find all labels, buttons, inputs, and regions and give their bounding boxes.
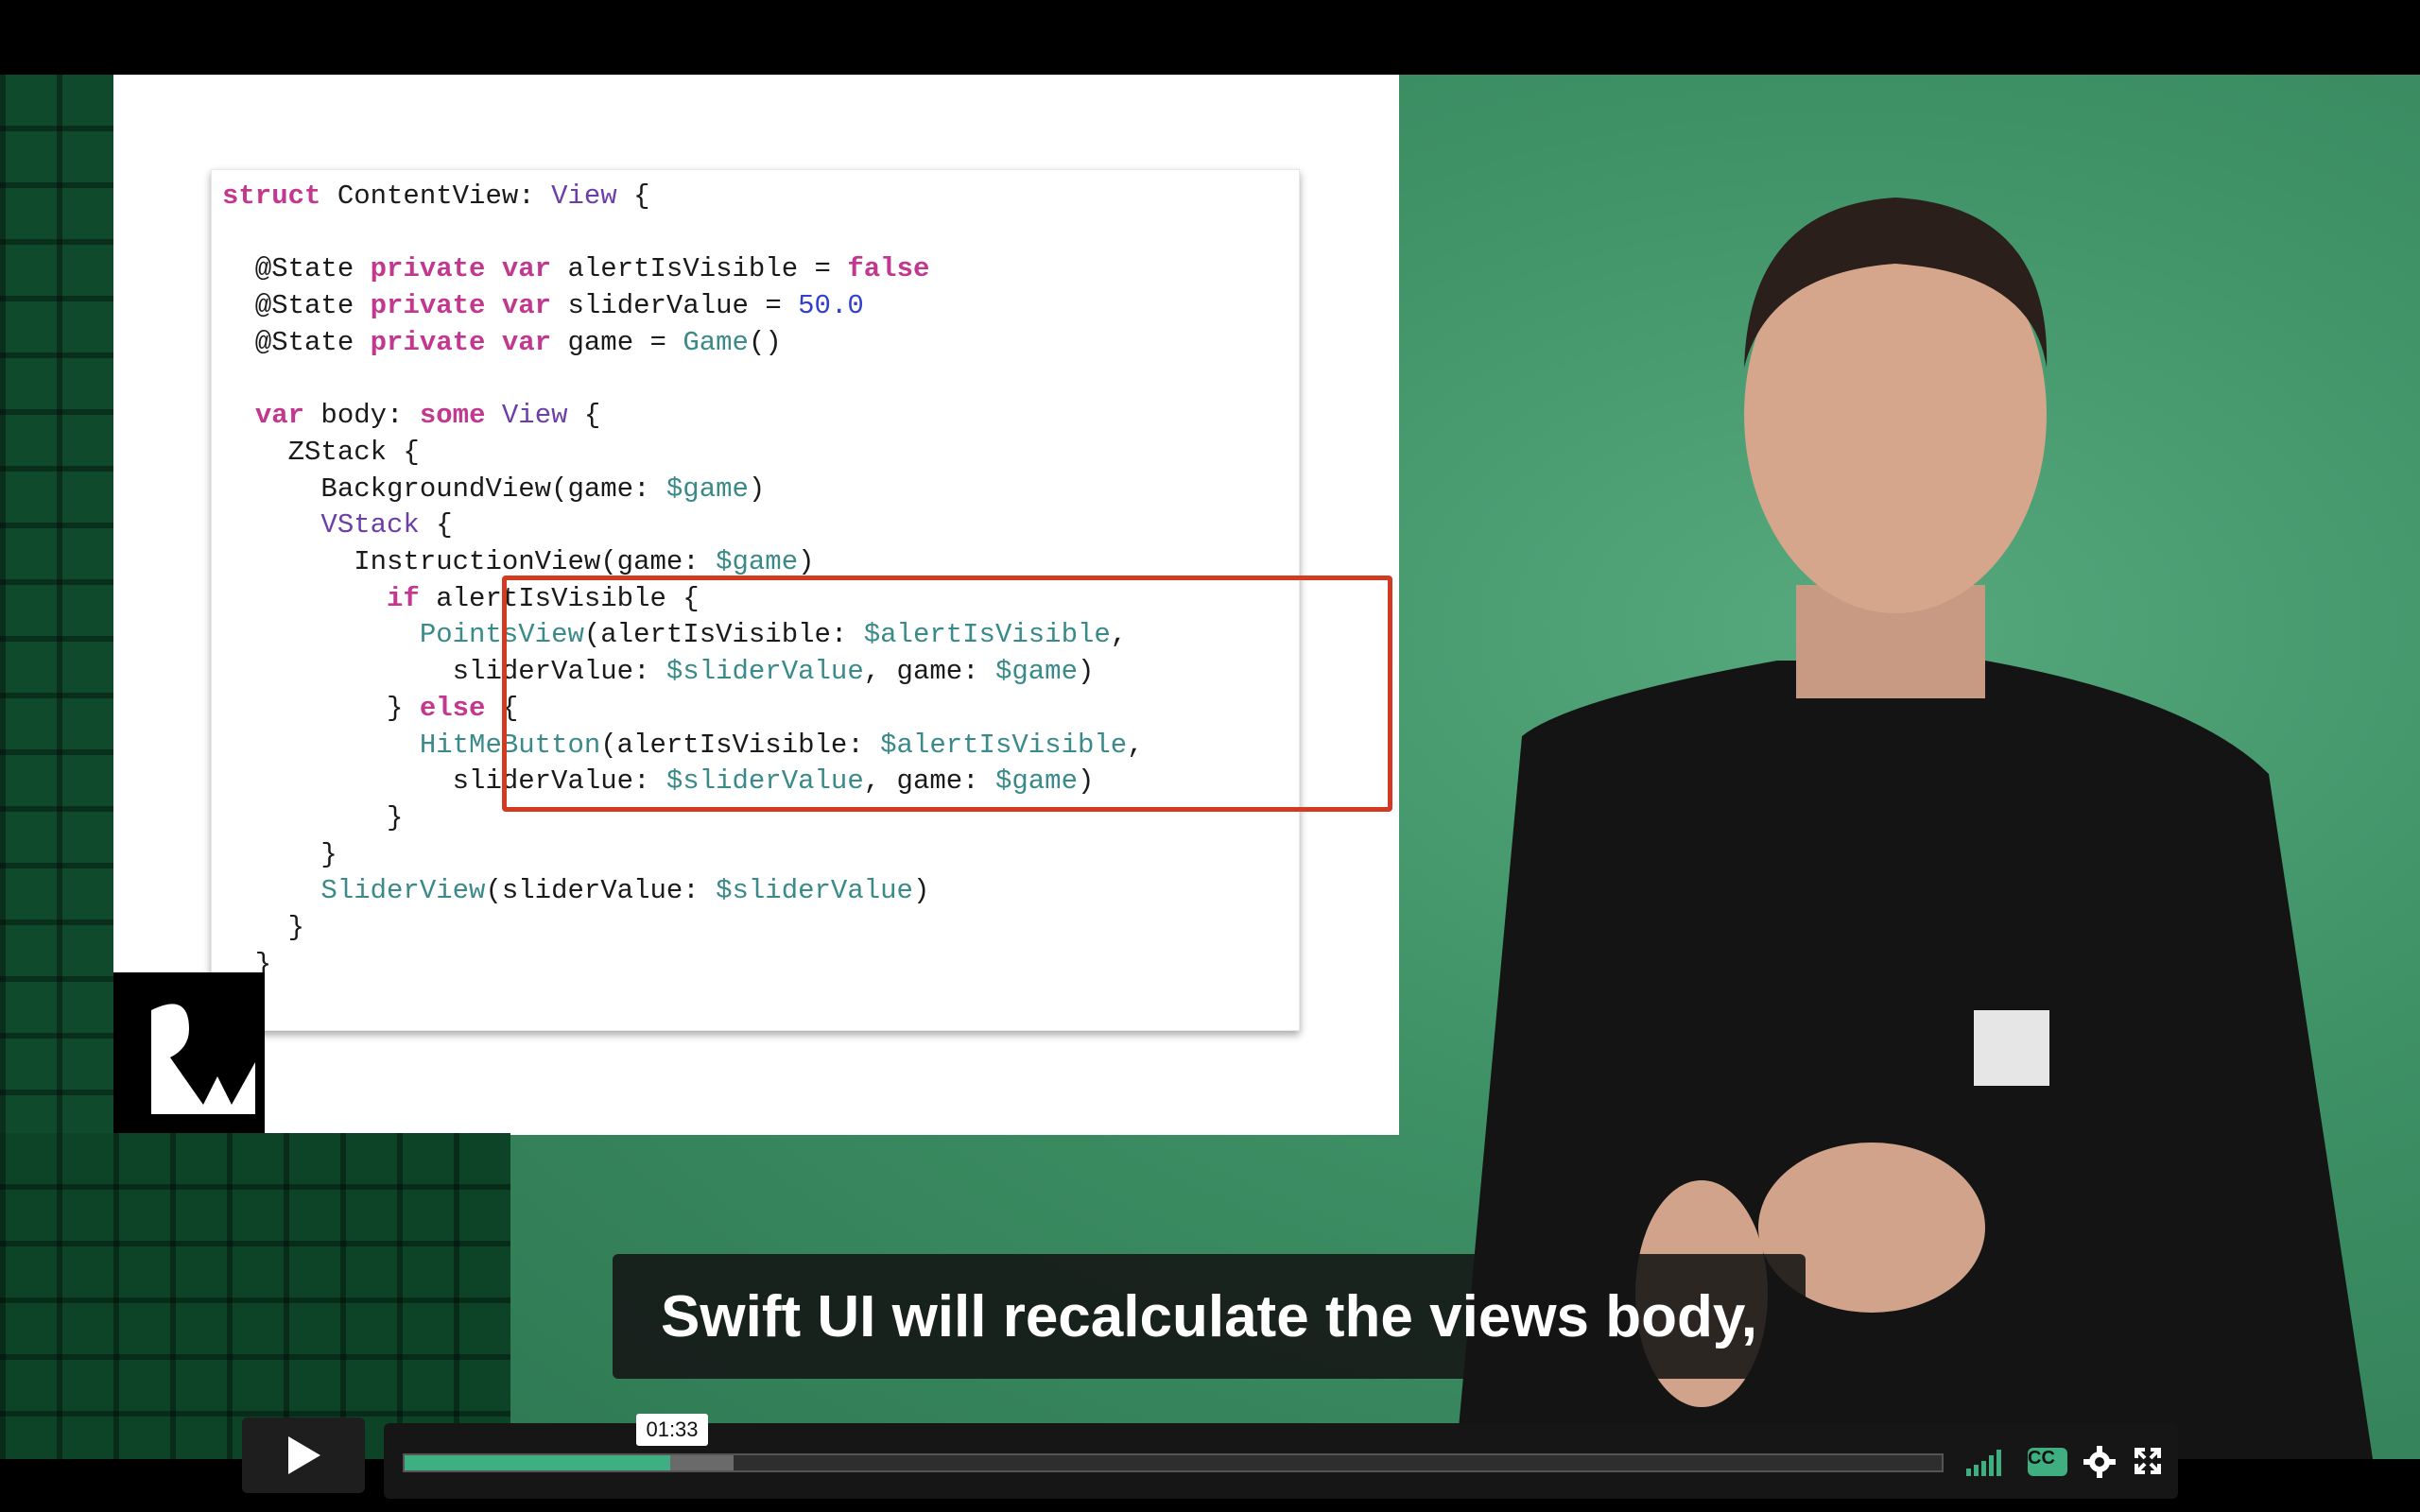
- highlight-box: [502, 576, 1392, 812]
- caption-subtitle: Swift UI will recalculate the views body…: [613, 1254, 1806, 1379]
- rw-logo: [113, 972, 265, 1135]
- tiled-background-lower: [0, 1133, 510, 1459]
- time-tooltip: 01:33: [636, 1414, 708, 1446]
- played-fill: [405, 1455, 671, 1470]
- player-controls: CC: [0, 1418, 2420, 1512]
- progress-bar[interactable]: [403, 1453, 1944, 1472]
- cc-icon[interactable]: CC: [2028, 1448, 2067, 1476]
- settings-icon[interactable]: [2083, 1446, 2116, 1478]
- volume-icon[interactable]: [1966, 1448, 2008, 1476]
- fullscreen-icon[interactable]: [2135, 1448, 2161, 1474]
- code-slide: struct ContentView: View { @State privat…: [113, 75, 1399, 1135]
- video-frame[interactable]: struct ContentView: View { @State privat…: [0, 75, 2420, 1459]
- play-icon: [288, 1436, 320, 1474]
- play-button[interactable]: [242, 1418, 365, 1493]
